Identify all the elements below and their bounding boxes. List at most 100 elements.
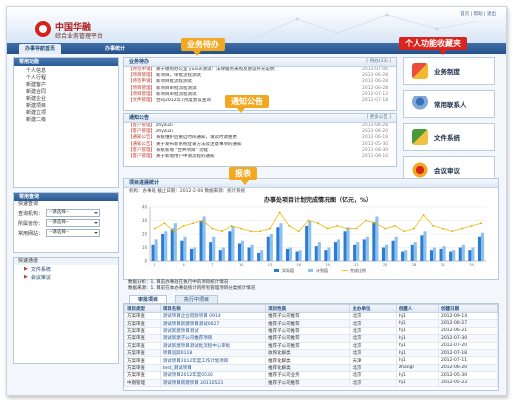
- sidebar-item[interactable]: 新建合同: [14, 89, 118, 96]
- business-rules-icon: [412, 63, 428, 79]
- bar-plan: [154, 239, 158, 261]
- header-links[interactable]: 首页 | 帮助 | 退出: [460, 11, 496, 17]
- column-header[interactable]: 主办单位: [349, 304, 397, 313]
- sidebar-personal-title: 常用功能: [14, 58, 118, 66]
- bar-plan: [260, 250, 264, 261]
- table-cell: hj1: [395, 371, 439, 380]
- bar-plan: [212, 236, 216, 261]
- favorites-panel: 业务制度 常用联系人 文件系统 会议审议: [403, 57, 495, 189]
- notice-more-link[interactable]: [ 更多公告 ]: [367, 114, 391, 122]
- table-cell: 北京: [349, 371, 397, 380]
- x-tick-label: 10: [239, 263, 243, 267]
- column-header[interactable]: 项目性质: [265, 304, 351, 313]
- table-cell: 推荐子公司推荐: [265, 311, 351, 321]
- ratio-point: [201, 219, 204, 222]
- x-tick-label: 25: [383, 263, 387, 267]
- table-header-row: 项目类型 项目名称 项目性质 主办单位 创建人 创建日期: [124, 304, 498, 313]
- sidebar-link-meetings[interactable]: ▶ 会议审议: [14, 273, 118, 281]
- tab-statistics[interactable]: 办事统计: [99, 44, 131, 54]
- bar-actual: [266, 236, 270, 261]
- table-row[interactable]: 方案审查 测试项目企业借款项目 0914 推荐子公司推荐 北京 hj1 2012-09-1…: [124, 311, 498, 321]
- bar-actual: [189, 248, 194, 261]
- bar-actual: [285, 248, 290, 261]
- sidebar-item[interactable]: 新建立项: [14, 110, 118, 117]
- notice-row[interactable]: 【客户管理】 关于新增用户申请流程的通知 2011-08-10: [124, 154, 396, 160]
- bar-plan: [481, 232, 485, 261]
- org-select[interactable]: --请选择--: [46, 209, 100, 217]
- table-cell: 北京: [349, 348, 397, 358]
- y-tick-label: 30: [142, 218, 148, 223]
- x-tick-label: 1: [154, 263, 156, 267]
- column-header[interactable]: 创建人: [395, 304, 439, 313]
- table-cell: 2012-06-27: [437, 319, 498, 328]
- query-row: 所属省份： --请选择--: [14, 218, 118, 228]
- tab-nav-home[interactable]: 办事导航首页: [19, 44, 62, 54]
- table-cell: 方案审查: [124, 326, 161, 336]
- website-select[interactable]: --请选择--: [46, 229, 100, 237]
- sidebar-link-files[interactable]: ▶ 文件系统: [14, 265, 118, 273]
- bar-plan: [202, 216, 206, 261]
- sidebar-item[interactable]: 新建客户: [14, 82, 118, 89]
- sidebar-link-label: 会议审议: [30, 274, 51, 281]
- table-cell: 2012-07-30: [437, 334, 498, 343]
- sidebar-item[interactable]: 个人信息: [14, 68, 118, 75]
- table-row[interactable]: 方案审查 测试项目2012年度0530 推荐子公司业务 北京 hj1 2012-05-30: [124, 371, 498, 380]
- column-header[interactable]: 项目类型: [124, 304, 161, 313]
- sidebar-query-title: 常用查询: [14, 193, 118, 201]
- y-tick-label: 40: [142, 205, 148, 210]
- table-cell: 北京: [349, 334, 397, 343]
- bar-actual: [218, 250, 222, 261]
- ratio-point: [307, 219, 310, 222]
- x-tick-label: 4: [182, 263, 185, 267]
- bar-plan: [356, 242, 360, 261]
- sidebar-query-subtitle: 快速查询: [18, 201, 39, 207]
- favorite-business-rules[interactable]: 业务制度: [403, 57, 495, 85]
- y-tick-label: 10: [142, 245, 148, 250]
- ratio-point: [288, 225, 291, 227]
- query-label: 所属省份：: [18, 220, 44, 227]
- sidebar-item[interactable]: 新建二级: [14, 117, 118, 124]
- table-row[interactable]: 中期管理 测试项目新建项目 20110523 推荐子公司推荐 北京 hj1 2012-05…: [124, 378, 498, 387]
- table-row[interactable]: 方案审查 测试新建项目测试批流程中心审批 推荐子公司推荐 北京 hj1 2012-07-2…: [124, 341, 498, 350]
- table-row[interactable]: 方案审查 test_测试项目 推荐化解类 北京 zhangl 2012-06-20: [124, 363, 498, 373]
- x-tick-label: 22: [354, 263, 358, 267]
- table-row[interactable]: 方案审查 测试新建子公司推荐项目 推荐子公司推荐 北京 hj1 2012-07-30: [124, 334, 498, 343]
- bar-plan: [423, 231, 427, 261]
- table-cell: hj1: [395, 341, 439, 350]
- bar-actual: [199, 220, 203, 261]
- x-tick-label: 31: [441, 263, 445, 267]
- ratio-point: [240, 227, 243, 230]
- ratio-point: [374, 222, 377, 225]
- bar-plan: [394, 236, 398, 261]
- bar-actual: [391, 240, 395, 261]
- bar-plan: [241, 240, 245, 261]
- sidebar-item[interactable]: 新建企业: [14, 96, 118, 103]
- table-cell: 天津: [349, 356, 397, 365]
- bar-plan: [231, 225, 235, 261]
- table-row[interactable]: 方案审查 测试项目新建项目测试0627 推荐子公司推荐 北京 hj1 2012-06-27: [124, 319, 498, 328]
- todo-more-link[interactable]: [ 待办(33) ]: [366, 58, 391, 66]
- table-row[interactable]: 方案审查 测试新建项目测试 推荐子公司推荐 北京 hj1 2012-06-21: [124, 326, 498, 336]
- report-meta: 机构：办事处 截止日期：2012-2-06 数据来源：统计系统: [129, 189, 246, 194]
- sidebar-item[interactable]: 个人行程: [14, 75, 118, 82]
- ratio-point: [182, 225, 185, 227]
- table-cell: test_测试项目: [159, 363, 267, 373]
- favorite-file-system[interactable]: 文件系统: [403, 123, 495, 151]
- table-cell: hj1: [395, 326, 439, 336]
- favorite-contacts[interactable]: 常用联系人: [403, 90, 495, 118]
- report-panel-header: 项目进展统计: [124, 179, 498, 188]
- table-row[interactable]: 方案审查 项目追踪0118 收购化解类 北京 hj1 2012-07-18: [124, 348, 498, 358]
- ratio-point: [278, 211, 281, 214]
- table-cell: 北京: [349, 311, 397, 321]
- table-row[interactable]: 方案审查 测试项目2012年度工作计划项目 推荐化解类 天津 hj1 2012-07-11: [124, 356, 498, 365]
- bar-plan: [298, 250, 302, 261]
- province-select[interactable]: --请选择--: [46, 219, 100, 227]
- column-header[interactable]: 创建日期: [437, 304, 498, 313]
- query-row: 常用网站： --请选择--: [14, 228, 118, 238]
- table-cell: 北京: [349, 363, 397, 373]
- sidebar-item[interactable]: 新建项目: [14, 103, 118, 110]
- column-header[interactable]: 项目名称: [159, 304, 267, 313]
- table-cell: 方案审查: [124, 319, 161, 328]
- analysis-line-2: 数据来源：1. 目前在本办事处统计的所有管理项目分类统计情况: [128, 286, 256, 291]
- bar-plan: [183, 236, 187, 261]
